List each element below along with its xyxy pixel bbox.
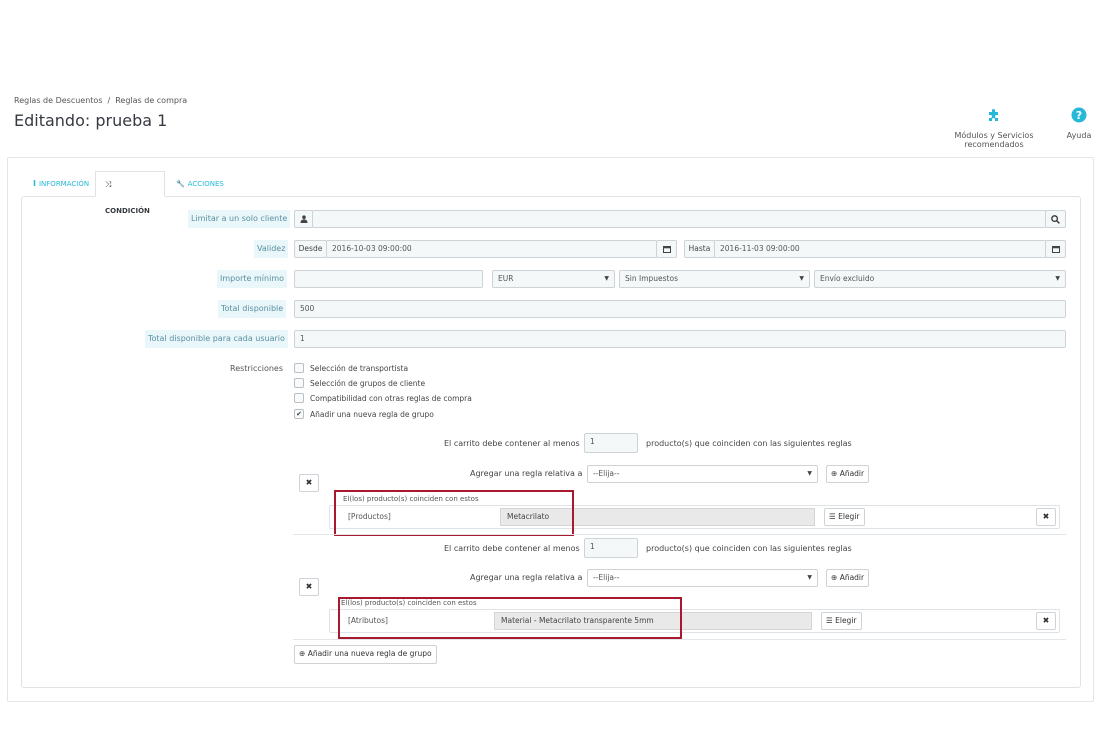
min-amount-input[interactable] (294, 270, 483, 288)
choose-button[interactable]: ☰ Elegir (824, 508, 865, 526)
total-available-label: Total disponible (218, 300, 287, 318)
search-icon[interactable] (1045, 210, 1066, 228)
question-circle-icon: ? (1064, 107, 1094, 125)
to-date-input[interactable]: 2016-11-03 09:00:00 (714, 240, 1046, 258)
puzzle-icon (926, 107, 1062, 125)
user-icon (294, 210, 313, 228)
shipping-select[interactable]: Envío excluido ▼ (814, 270, 1066, 288)
to-label: Hasta (684, 240, 715, 258)
breadcrumb: Reglas de Descuentos / Reglas de compra (14, 96, 188, 105)
add-rule-button[interactable]: ⊕ Añadir (826, 569, 870, 587)
page-title: Editando: prueba 1 (14, 111, 168, 130)
tab-acciones[interactable]: 🔧 Acciones (167, 171, 233, 197)
cart-rules-suffix: producto(s) que coinciden con las siguie… (646, 544, 852, 553)
group-divider (293, 534, 1066, 535)
currency-select[interactable]: EUR ▼ (492, 270, 615, 288)
wrench-icon: 🔧 (176, 180, 185, 188)
highlight-box (338, 597, 682, 639)
limit-customer-label: Limitar a un solo cliente (188, 210, 291, 228)
plus-circle-icon: ⊕ (831, 469, 838, 478)
chevron-down-icon: ▼ (807, 470, 812, 477)
chevron-down-icon: ▼ (1055, 275, 1060, 282)
chevron-down-icon: ▼ (799, 275, 804, 282)
group-divider (293, 639, 1066, 640)
chevron-down-icon: ▼ (604, 275, 609, 282)
cart-rules-suffix: producto(s) que coinciden con las siguie… (646, 439, 852, 448)
list-icon: ☰ (829, 512, 836, 521)
cart-quantity-input[interactable]: 1 (584, 433, 638, 453)
modules-label: Módulos y Servicios recomendados (954, 131, 1034, 149)
help-button[interactable]: ? Ayuda (1064, 107, 1094, 140)
add-group-rule-button[interactable]: ⊕ Añadir una nueva regla de grupo (294, 645, 437, 664)
add-rule-button[interactable]: ⊕ Añadir (826, 465, 870, 483)
restriction-new-group-rule[interactable]: ✔ Añadir una nueva regla de grupo (294, 409, 434, 421)
cart-quantity-input[interactable]: 1 (584, 538, 638, 558)
restriction-compatibility[interactable]: Compatibilidad con otras reglas de compr… (294, 393, 472, 405)
help-label: Ayuda (1066, 131, 1092, 140)
from-date-input[interactable]: 2016-10-03 09:00:00 (326, 240, 657, 258)
validity-label: Validez (254, 240, 289, 258)
modules-button[interactable]: Módulos y Servicios recomendados (926, 107, 1062, 149)
cart-min-label: El carrito debe contener al menos (444, 544, 580, 553)
chevron-down-icon: ▼ (807, 574, 812, 581)
shuffle-icon: ⤨ (105, 180, 112, 189)
tab-informacion[interactable]: i Información (24, 171, 98, 197)
choose-button[interactable]: ☰ Elegir (821, 612, 862, 630)
svg-text:?: ? (1076, 109, 1082, 122)
plus-circle-icon: ⊕ (299, 649, 306, 658)
delete-group-button[interactable]: ✖ (299, 578, 319, 596)
delete-rule-button[interactable]: ✖ (1036, 612, 1056, 630)
breadcrumb-current[interactable]: Reglas de compra (115, 96, 187, 105)
checkbox[interactable] (294, 378, 304, 388)
cart-min-label: El carrito debe contener al menos (444, 439, 580, 448)
tab-condicion[interactable]: ⤨Condición (95, 171, 165, 215)
restrictions-label: Restricciones (230, 364, 284, 373)
calendar-icon[interactable] (656, 240, 677, 258)
plus-circle-icon: ⊕ (831, 573, 838, 582)
calendar-icon[interactable] (1045, 240, 1066, 258)
info-icon: i (33, 179, 36, 188)
total-per-user-label: Total disponible para cada usuario (145, 330, 288, 348)
checkbox[interactable] (294, 363, 304, 373)
delete-group-button[interactable]: ✖ (299, 474, 319, 492)
delete-rule-button[interactable]: ✖ (1036, 508, 1056, 526)
total-per-user-input[interactable]: 1 (294, 330, 1066, 348)
breadcrumb-parent[interactable]: Reglas de Descuentos (14, 96, 103, 105)
rule-type-select[interactable]: --Elija-- ▼ (587, 569, 818, 587)
min-amount-label: Importe mínimo (217, 270, 288, 288)
checkbox-checked[interactable]: ✔ (294, 409, 304, 419)
restriction-customer-groups[interactable]: Selección de grupos de cliente (294, 378, 425, 390)
rule-type-select[interactable]: --Elija-- ▼ (587, 465, 818, 483)
from-label: Desde (294, 240, 327, 258)
limit-customer-input[interactable] (312, 210, 1046, 228)
add-rule-label: Agregar una regla relativa a (470, 573, 583, 582)
highlight-box (334, 490, 574, 536)
total-available-input[interactable]: 500 (294, 300, 1066, 318)
add-rule-label: Agregar una regla relativa a (470, 469, 583, 478)
checkbox[interactable] (294, 393, 304, 403)
tax-select[interactable]: Sin Impuestos ▼ (619, 270, 810, 288)
list-icon: ☰ (826, 616, 833, 625)
restriction-carrier[interactable]: Selección de transportista (294, 363, 408, 375)
